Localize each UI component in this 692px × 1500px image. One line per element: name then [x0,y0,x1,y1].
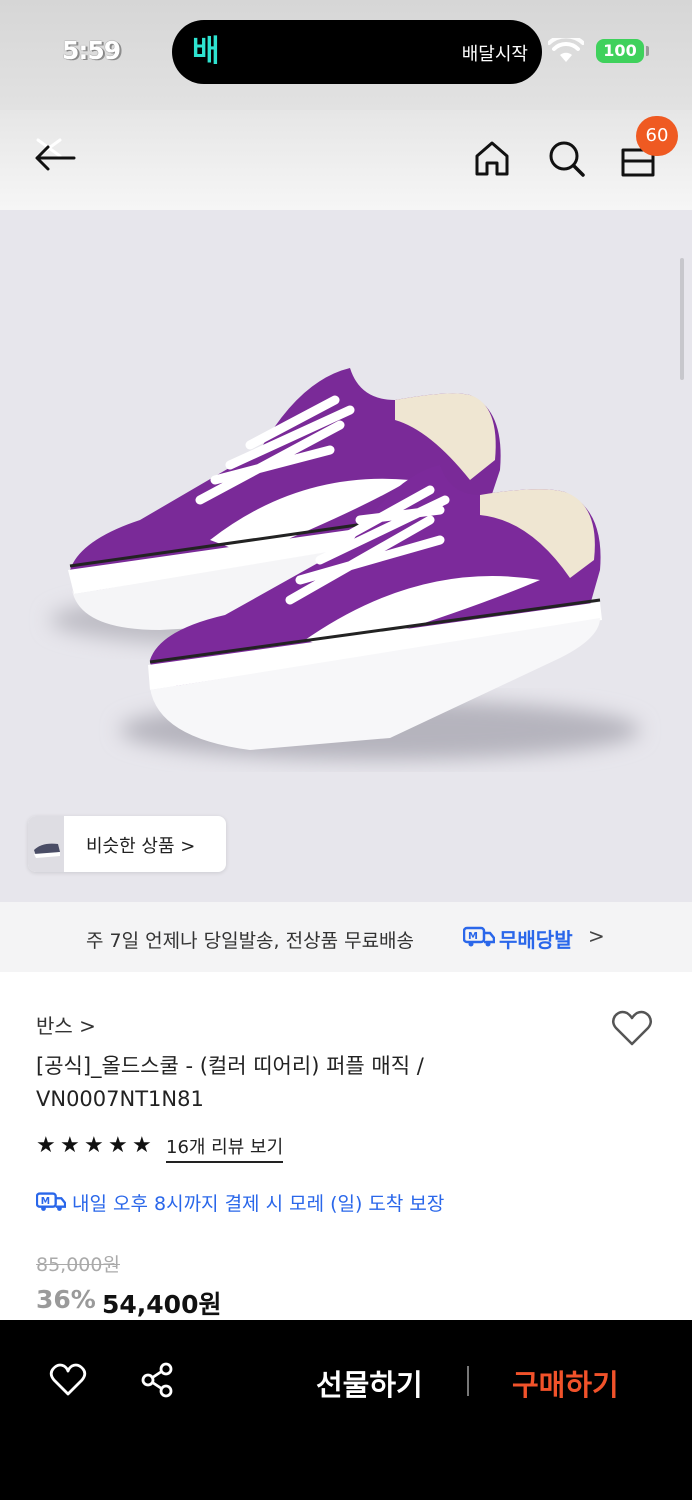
buy-button[interactable]: 구매하기 [512,1362,619,1404]
chevron-right-icon: > [588,924,605,948]
delivery-banner[interactable]: 주 7일 언제나 당일발송, 전상품 무료배송 M 무배당발 > [0,902,692,972]
svg-text:M: M [41,1196,50,1207]
rating-stars: ★ ★ ★ ★ ★ [36,1133,156,1159]
sneakers-illustration [50,368,640,760]
star-icon: ★ [132,1133,152,1158]
bottom-action-bar [0,1320,692,1500]
button-divider [467,1366,469,1396]
dynamic-island[interactable]: 배 배달시작 [172,20,542,84]
star-icon: ★ [36,1133,56,1158]
brand-link[interactable]: 반스 > [36,1010,96,1039]
search-icon[interactable] [542,134,590,182]
product-image[interactable] [0,210,692,902]
free-delivery-logo: 무배당발 [499,928,573,952]
product-title: [공식]_올드스쿨 - (컬러 띠어리) 퍼플 매직 / VN0007NT1N8… [36,1054,424,1111]
image-scrollbar[interactable] [680,258,684,380]
cart-count-badge: 60 [636,116,678,156]
similar-product-thumbnail [28,816,64,872]
app-logo-icon: 배 [192,34,220,69]
arrival-guarantee-text: 내일 오후 8시까지 결제 시 모레 (일) 도착 보장 [72,1193,445,1215]
sale-price: 54,400원 [102,1290,222,1319]
heart-icon[interactable] [48,1360,88,1400]
gift-button[interactable]: 선물하기 [316,1362,423,1404]
star-icon: ★ [84,1133,104,1158]
similar-products-button[interactable]: 비슷한 상품 > [28,816,226,872]
svg-text:M: M [468,931,478,942]
battery-tip [646,46,649,56]
original-price: 85,000원 [36,1254,120,1276]
status-time: 5:59 [62,36,121,65]
discount-rate: 36% [36,1285,96,1314]
heart-icon[interactable] [609,1005,655,1051]
home-icon[interactable] [468,134,516,182]
share-icon[interactable] [138,1360,178,1400]
star-icon: ★ [60,1133,80,1158]
wifi-icon [548,38,584,62]
similar-products-label: 비슷한 상품 > [86,836,196,857]
review-link[interactable]: 16개 리뷰 보기 [166,1133,284,1163]
delivery-truck-icon: M [463,926,495,947]
star-icon: ★ [108,1133,128,1158]
island-status-text: 배달시작 [461,44,528,65]
status-bar: 5:59 배 배달시작 100 [0,0,692,110]
battery-indicator: 100 [596,39,644,63]
back-icon[interactable] [28,134,76,182]
delivery-truck-icon: M [36,1192,66,1211]
delivery-banner-text: 주 7일 언제나 당일발송, 전상품 무료배송 [86,930,415,952]
